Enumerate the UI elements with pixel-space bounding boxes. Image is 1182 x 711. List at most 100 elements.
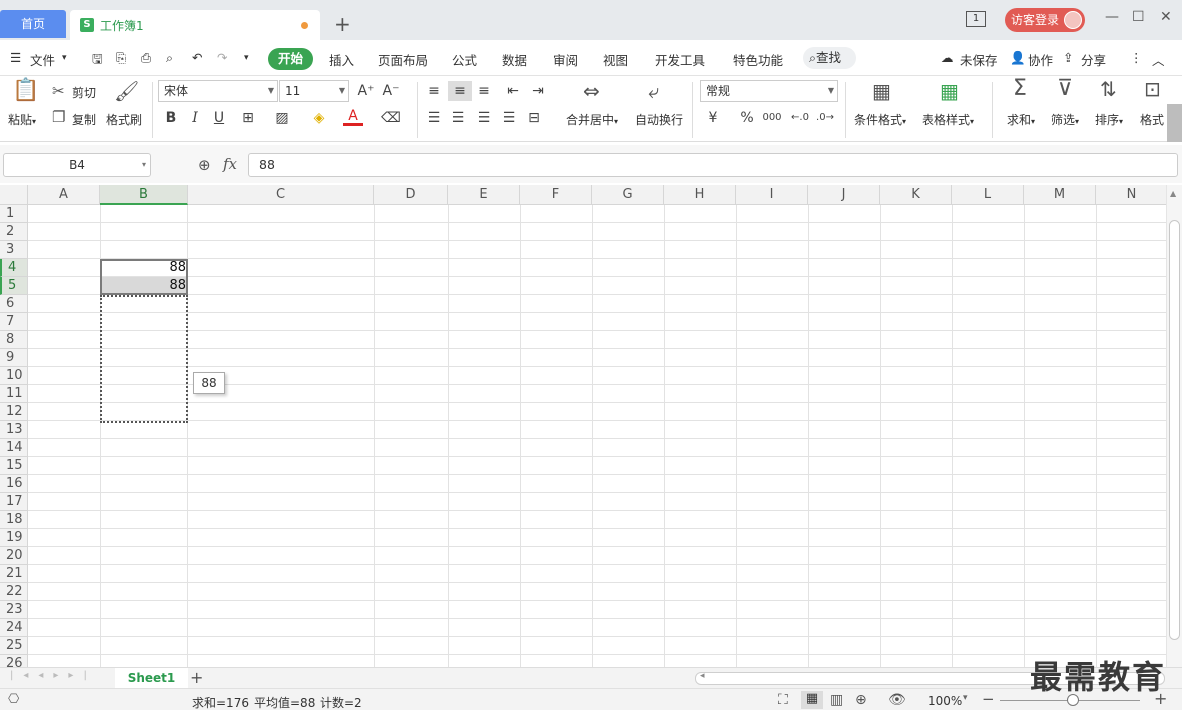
menu-review[interactable]: 审阅 (553, 50, 578, 69)
filter-icon[interactable]: ⊽ (1057, 78, 1073, 100)
vertical-scrollbar[interactable]: ▲ (1166, 185, 1182, 667)
normal-view-icon[interactable]: ▦ (801, 691, 823, 709)
search-button[interactable]: ⌕查找 (803, 47, 856, 69)
menu-start[interactable]: 开始 (268, 48, 313, 70)
row-header[interactable]: 13 (0, 421, 28, 439)
row-header[interactable]: 10 (0, 367, 28, 385)
minimize-button[interactable]: — (1105, 9, 1119, 25)
menu-file[interactable]: 文件 (30, 50, 55, 69)
column-header[interactable]: H (664, 185, 736, 205)
wrap-text-icon[interactable]: ⤶ (648, 81, 659, 101)
row-header[interactable]: 2 (0, 223, 28, 241)
column-header[interactable]: I (736, 185, 808, 205)
new-tab-button[interactable]: + (334, 12, 351, 36)
align-left-icon[interactable]: ☰ (424, 108, 444, 128)
column-header[interactable]: A (28, 185, 100, 205)
row-header[interactable]: 5 (0, 277, 28, 295)
row-header[interactable]: 6 (0, 295, 28, 313)
copy-button[interactable]: 复制 (72, 111, 96, 128)
zoom-level[interactable]: 100% (928, 694, 962, 708)
border-icon[interactable]: ⊞ (238, 108, 258, 128)
menu-view[interactable]: 视图 (603, 50, 628, 69)
row-header[interactable]: 19 (0, 529, 28, 547)
save-icon[interactable]: 🖫 (92, 50, 103, 71)
row-header[interactable]: 24 (0, 619, 28, 637)
align-center-icon[interactable]: ☰ (448, 108, 468, 128)
row-header[interactable]: 20 (0, 547, 28, 565)
underline-button[interactable]: U (209, 108, 229, 128)
row-header[interactable]: 1 (0, 205, 28, 223)
row-header[interactable]: 8 (0, 331, 28, 349)
font-name-select[interactable]: 宋体 ▼ (158, 80, 278, 102)
macro-record-icon[interactable]: ⎔ (8, 692, 19, 707)
fill-color-icon[interactable]: ◈ (309, 108, 329, 128)
cell-b4[interactable]: 88 (100, 259, 188, 277)
print-icon[interactable]: ⎙ (141, 50, 151, 66)
column-header[interactable]: L (952, 185, 1024, 205)
align-top-icon[interactable]: ≡ (424, 81, 444, 101)
menu-formula[interactable]: 公式 (452, 50, 477, 69)
vertical-scroll-thumb[interactable] (1169, 220, 1180, 640)
row-header[interactable]: 4 (0, 259, 28, 277)
table-style-button[interactable]: 表格样式▾ (922, 111, 974, 128)
tab-home[interactable]: 首页 (0, 10, 66, 38)
spreadsheet-grid[interactable]: A B C D E F G H I J K L M N 1 2 3 4 5 6 … (0, 185, 1166, 667)
number-format-select[interactable]: 常规 ▼ (700, 80, 838, 102)
thousands-button[interactable]: 000 (762, 108, 782, 128)
row-header[interactable]: 16 (0, 475, 28, 493)
unsaved-label[interactable]: 未保存 (960, 50, 998, 69)
zoom-out-button[interactable]: − (982, 690, 995, 708)
undo-icon[interactable]: ↶ (192, 50, 202, 65)
row-header[interactable]: 22 (0, 583, 28, 601)
menu-special[interactable]: 特色功能 (733, 50, 783, 69)
login-button[interactable]: 访客登录 (1005, 8, 1085, 32)
italic-button[interactable]: I (185, 108, 205, 128)
add-sheet-button[interactable]: + (190, 668, 203, 687)
sort-button[interactable]: 排序▾ (1095, 111, 1123, 128)
menu-data[interactable]: 数据 (502, 50, 527, 69)
close-button[interactable]: ✕ (1160, 9, 1172, 25)
column-header[interactable]: F (520, 185, 592, 205)
function-button[interactable]: fx (223, 155, 237, 173)
format-icon[interactable]: ⊡ (1144, 79, 1161, 99)
menu-icon[interactable]: ☰ (10, 50, 21, 65)
menu-insert[interactable]: 插入 (329, 50, 354, 69)
scroll-up-icon[interactable]: ▲ (1170, 189, 1176, 198)
share-button[interactable]: 分享 (1081, 50, 1106, 69)
increase-decimal-icon[interactable]: ←.0 (790, 108, 810, 128)
conditional-format-button[interactable]: 条件格式▾ (854, 111, 906, 128)
column-header[interactable]: B (100, 185, 188, 205)
row-header[interactable]: 15 (0, 457, 28, 475)
tab-workbook[interactable]: S 工作簿1 (70, 10, 320, 40)
cloud-icon[interactable]: ☁ (941, 50, 954, 65)
formula-input[interactable]: 88 (248, 153, 1178, 177)
filter-button[interactable]: 筛选▾ (1051, 111, 1079, 128)
cut-icon[interactable]: ✂ (52, 82, 65, 100)
user-icon[interactable]: 👤 (1010, 50, 1026, 66)
column-header[interactable]: J (808, 185, 880, 205)
more-icon[interactable]: ⋮ (1130, 50, 1143, 65)
page-break-view-icon[interactable]: ▥ (830, 692, 843, 708)
scroll-left-icon[interactable]: ◂ (700, 671, 705, 681)
row-header[interactable]: 3 (0, 241, 28, 259)
font-color-button[interactable]: A (343, 108, 363, 126)
row-header[interactable]: 25 (0, 637, 28, 655)
merge-center-icon[interactable]: ⇔ (583, 81, 600, 101)
reading-layout-icon[interactable]: ⊕ (855, 692, 867, 708)
cell-style-icon[interactable]: ▨ (272, 108, 292, 128)
distribute-icon[interactable]: ⊟ (524, 108, 544, 128)
font-size-select[interactable]: 11 ▼ (279, 80, 349, 102)
row-header[interactable]: 17 (0, 493, 28, 511)
name-box[interactable]: B4 ▾ (3, 153, 151, 177)
row-header[interactable]: 11 (0, 385, 28, 403)
column-header[interactable]: N (1096, 185, 1166, 205)
justify-icon[interactable]: ☰ (499, 108, 519, 128)
zoom-lookup-icon[interactable]: ⊕ (198, 156, 211, 174)
row-header[interactable]: 7 (0, 313, 28, 331)
ribbon-scroll-handle[interactable] (1167, 104, 1182, 142)
column-header[interactable]: K (880, 185, 952, 205)
fullscreen-icon[interactable]: ⛶ (778, 692, 788, 708)
paste-button[interactable]: 粘贴▾ (8, 111, 36, 128)
redo-icon[interactable]: ↷ (217, 50, 227, 65)
column-header[interactable]: G (592, 185, 664, 205)
